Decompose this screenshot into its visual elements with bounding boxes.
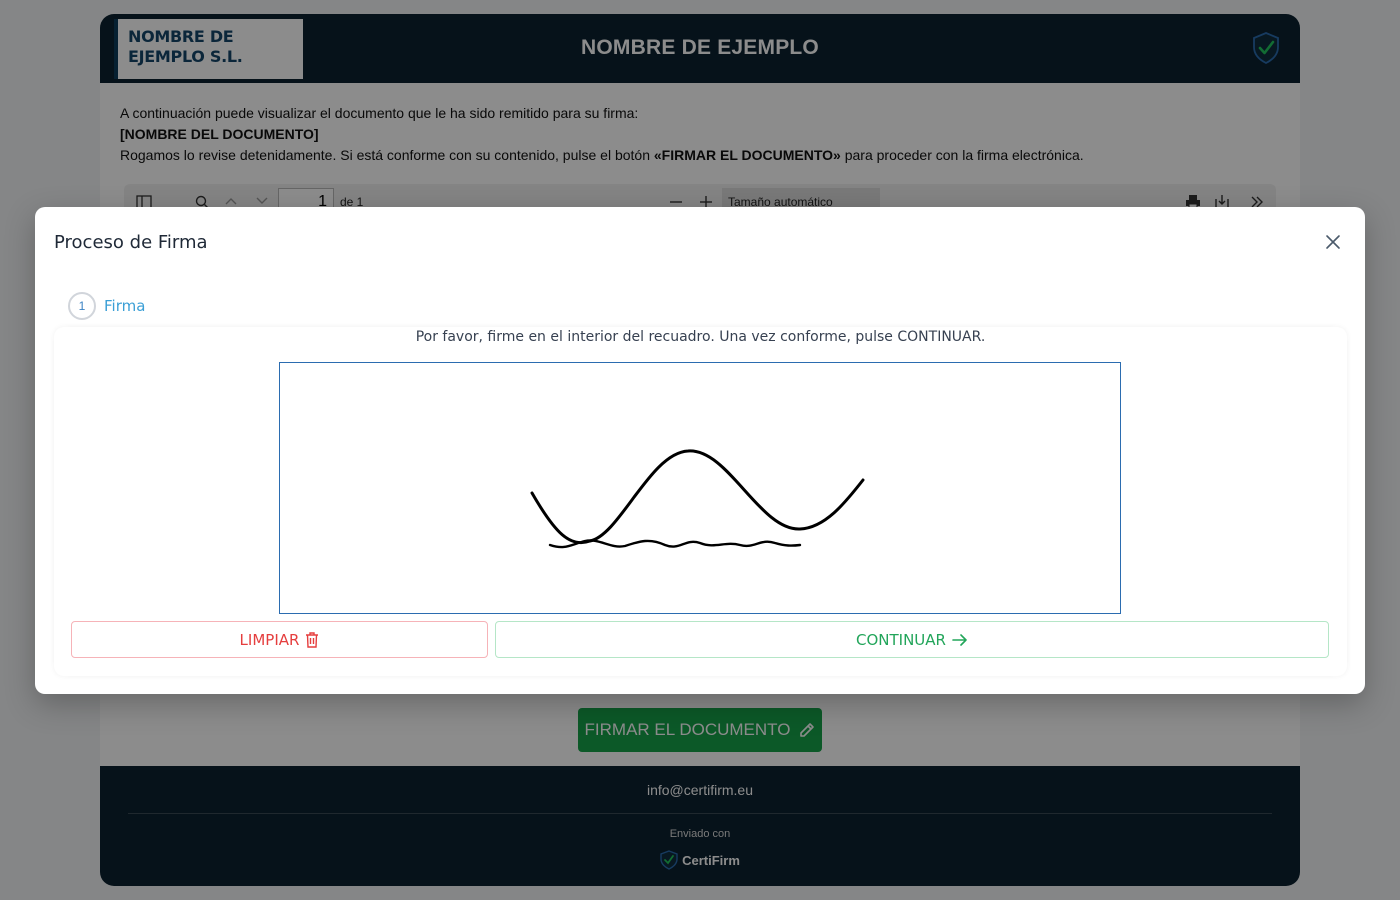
arrow-right-icon: [952, 633, 967, 646]
clear-label: LIMPIAR: [239, 630, 300, 649]
signature-modal: Proceso de Firma 1 Firma Por favor, firm…: [35, 207, 1365, 694]
modal-title: Proceso de Firma: [54, 232, 208, 253]
clear-button[interactable]: LIMPIAR: [71, 621, 488, 658]
continue-button[interactable]: CONTINUAR: [495, 621, 1329, 658]
close-icon[interactable]: [1323, 232, 1343, 252]
signature-instruction: Por favor, firme en el interior del recu…: [415, 329, 986, 345]
signature-drawing: [530, 449, 865, 549]
step-indicator: 1 Firma: [68, 292, 145, 320]
trash-icon: [306, 631, 319, 648]
signature-card: Por favor, firme en el interior del recu…: [54, 327, 1347, 676]
signature-pad[interactable]: [279, 362, 1121, 614]
step-number: 1: [68, 292, 96, 320]
continue-label: CONTINUAR: [856, 630, 946, 649]
step-label: Firma: [104, 297, 146, 315]
